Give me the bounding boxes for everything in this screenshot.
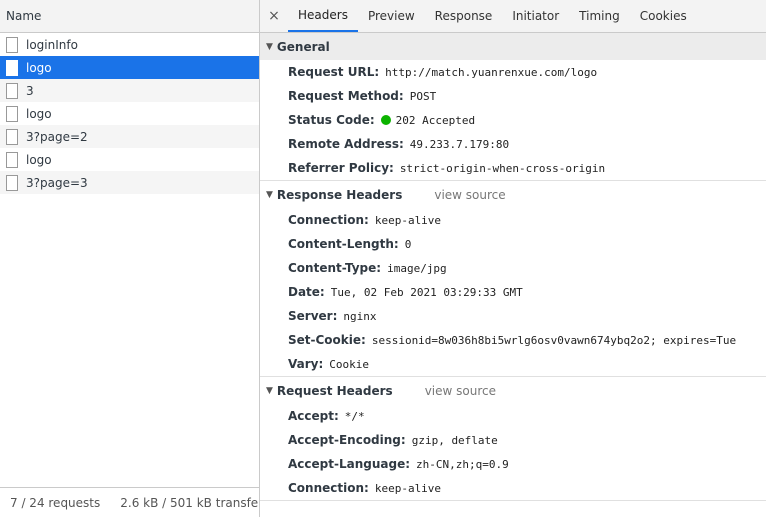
general-header[interactable]: ▼ General xyxy=(260,33,766,60)
general-section: ▼ General Request URL: http://match.yuanre… xyxy=(260,33,766,181)
header-row: Connection: keep-alive xyxy=(260,476,766,500)
request-name: logo xyxy=(26,60,52,75)
header-row: Connection: keep-alive xyxy=(260,208,766,232)
header-key: Content-Type: xyxy=(288,261,382,275)
header-key: Remote Address: xyxy=(288,137,404,151)
tab-cookies[interactable]: Cookies xyxy=(630,0,697,32)
status-bar: 7 / 24 requests 2.6 kB / 501 kB transfer… xyxy=(0,487,259,517)
section-title: Request Headers xyxy=(276,383,393,398)
request-row[interactable]: 3?page=3 xyxy=(0,171,259,194)
file-icon xyxy=(6,36,18,53)
header-value: strict-origin-when-cross-origin xyxy=(399,161,606,175)
request-row[interactable]: 3?page=2 xyxy=(0,125,259,148)
request-list-panel: Name loginInfo logo 3 logo 3?page=2 logo… xyxy=(0,0,260,517)
request-name: 3?page=2 xyxy=(26,129,88,144)
header-key: Status Code: xyxy=(288,113,375,127)
header-key: Connection: xyxy=(288,481,369,495)
request-row[interactable]: 3 xyxy=(0,79,259,102)
header-row: Set-Cookie: sessionid=8w036h8bi5wrlg6osv0… xyxy=(260,328,766,352)
header-value: POST xyxy=(409,89,437,103)
header-value: keep-alive xyxy=(374,481,442,495)
header-row: Accept-Language: zh-CN,zh;q=0.9 xyxy=(260,452,766,476)
file-icon xyxy=(6,82,18,99)
tab-headers[interactable]: Headers xyxy=(288,0,358,32)
transfer-size: 2.6 kB / 501 kB transferr xyxy=(120,495,259,510)
file-icon xyxy=(6,105,18,122)
header-row: Referrer Policy: strict-origin-when-cross… xyxy=(260,156,766,180)
status-ok-icon xyxy=(380,115,391,125)
view-source-link[interactable]: view source xyxy=(425,384,496,398)
triangle-down-icon: ▼ xyxy=(266,41,273,52)
request-name: logo xyxy=(26,106,52,121)
view-source-link[interactable]: view source xyxy=(434,188,505,202)
triangle-down-icon: ▼ xyxy=(266,189,273,200)
header-key: Date: xyxy=(288,285,325,299)
header-value: Tue, 02 Feb 2021 03:29:33 GMT xyxy=(330,285,523,299)
request-name: loginInfo xyxy=(26,37,78,52)
response-headers-header[interactable]: ▼ Response Headers view source xyxy=(260,181,766,208)
header-key: Accept-Language: xyxy=(288,457,411,471)
request-name: 3?page=3 xyxy=(26,175,88,190)
header-row: Request URL: http://match.yuanrenxue.com/… xyxy=(260,60,766,84)
tab-timing[interactable]: Timing xyxy=(569,0,630,32)
section-title: General xyxy=(276,39,330,54)
file-icon xyxy=(6,128,18,145)
header-value: zh-CN,zh;q=0.9 xyxy=(416,457,509,471)
tab-preview[interactable]: Preview xyxy=(358,0,425,32)
header-row: Accept: */* xyxy=(260,404,766,428)
header-key: Referrer Policy: xyxy=(288,161,394,175)
header-row: Status Code: 202 Accepted xyxy=(260,108,766,132)
response-headers-section: ▼ Response Headers view source Connection:… xyxy=(260,181,766,377)
details-tabs: × Headers Preview Response Initiator Tim… xyxy=(260,0,766,33)
header-key: Accept-Encoding: xyxy=(288,433,406,447)
header-key: Accept: xyxy=(288,409,339,423)
triangle-down-icon: ▼ xyxy=(266,385,273,396)
close-icon[interactable]: × xyxy=(260,0,288,32)
header-row: Content-Length: 0 xyxy=(260,232,766,256)
header-value: sessionid=8w036h8bi5wrlg6osv0vawn674ybq2… xyxy=(371,333,737,347)
file-icon xyxy=(6,174,18,191)
header-value: keep-alive xyxy=(374,213,442,227)
header-value: */* xyxy=(344,409,365,423)
header-key: Connection: xyxy=(288,213,369,227)
header-value: http://match.yuanrenxue.com/logo xyxy=(385,65,598,79)
header-value: 49.233.7.179:80 xyxy=(409,137,510,151)
header-row: Content-Type: image/jpg xyxy=(260,256,766,280)
details-panel: × Headers Preview Response Initiator Tim… xyxy=(260,0,766,517)
request-name: logo xyxy=(26,152,52,167)
header-key: Server: xyxy=(288,309,338,323)
header-value: gzip, deflate xyxy=(411,433,498,447)
header-key: Set-Cookie: xyxy=(288,333,366,347)
request-list: loginInfo logo 3 logo 3?page=2 logo 3?pa… xyxy=(0,33,259,194)
header-value: 0 xyxy=(404,237,412,251)
header-row: Server: nginx xyxy=(260,304,766,328)
request-row[interactable]: logo xyxy=(0,148,259,171)
request-name: 3 xyxy=(26,83,34,98)
name-column-header[interactable]: Name xyxy=(0,0,259,33)
tab-response[interactable]: Response xyxy=(425,0,503,32)
request-row[interactable]: logo xyxy=(0,102,259,125)
header-row: Remote Address: 49.233.7.179:80 xyxy=(260,132,766,156)
header-value: nginx xyxy=(343,309,377,323)
header-row: Vary: Cookie xyxy=(260,352,766,376)
header-row: Request Method: POST xyxy=(260,84,766,108)
header-key: Request Method: xyxy=(288,89,404,103)
header-row: Date: Tue, 02 Feb 2021 03:29:33 GMT xyxy=(260,280,766,304)
header-row: Accept-Encoding: gzip, deflate xyxy=(260,428,766,452)
header-value: image/jpg xyxy=(387,261,447,275)
header-value: 202 Accepted xyxy=(395,113,476,127)
request-count: 7 / 24 requests xyxy=(10,495,101,510)
tab-initiator[interactable]: Initiator xyxy=(502,0,569,32)
request-headers-header[interactable]: ▼ Request Headers view source xyxy=(260,377,766,404)
header-key: Vary: xyxy=(288,357,324,371)
header-key: Content-Length: xyxy=(288,237,399,251)
file-icon xyxy=(6,151,18,168)
request-headers-section: ▼ Request Headers view source Accept: */* A… xyxy=(260,377,766,501)
request-row-selected[interactable]: logo xyxy=(0,56,259,79)
header-key: Request URL: xyxy=(288,65,380,79)
section-title: Response Headers xyxy=(276,187,403,202)
header-value: Cookie xyxy=(329,357,370,371)
request-row[interactable]: loginInfo xyxy=(0,33,259,56)
file-icon xyxy=(6,59,18,76)
